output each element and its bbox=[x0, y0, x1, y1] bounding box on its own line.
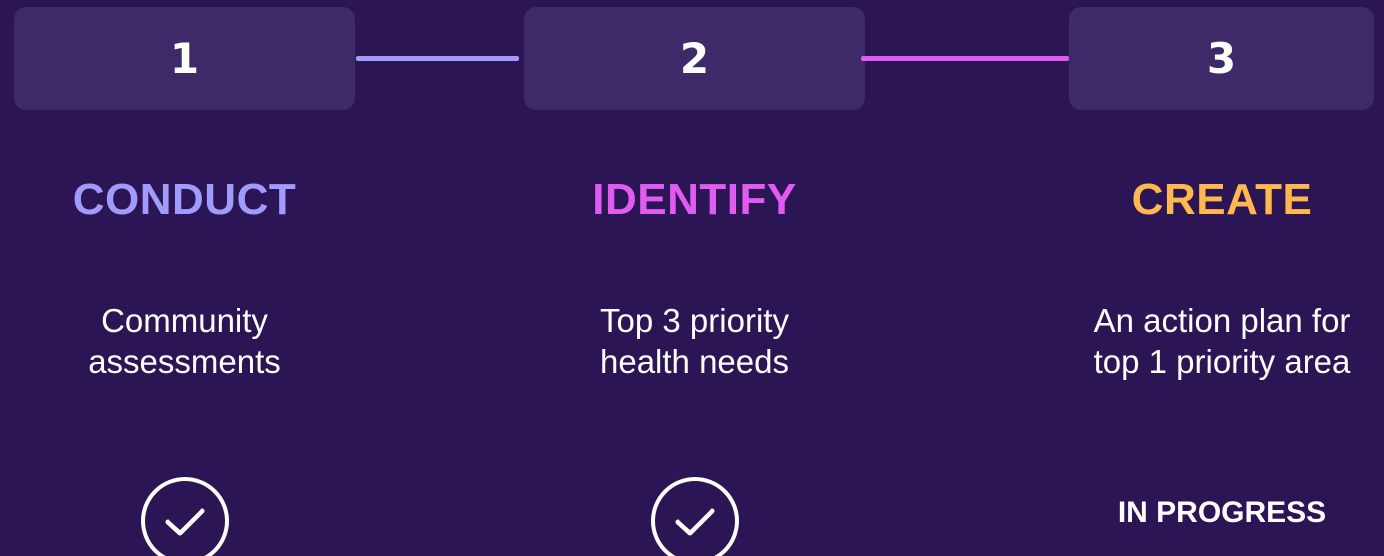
step-1-heading: CONDUCT bbox=[72, 175, 297, 224]
step-3-number: 3 bbox=[1206, 34, 1237, 83]
process-diagram: 1 2 3 CONDUCT Community assessments IDEN… bbox=[0, 0, 1384, 556]
step-3-description: An action plan for top 1 priority area bbox=[1093, 302, 1351, 380]
step-2-number-box: 2 bbox=[524, 7, 865, 110]
connector-2-3 bbox=[861, 56, 1069, 61]
step-1-description: Community assessments bbox=[88, 302, 281, 380]
step-3-status: IN PROGRESS bbox=[1117, 496, 1327, 529]
step-2-description: Top 3 priority health needs bbox=[600, 302, 789, 380]
step-2-number: 2 bbox=[679, 34, 710, 83]
step-3-heading: CREATE bbox=[1131, 175, 1313, 224]
connector-1-2 bbox=[356, 56, 519, 61]
step-2-heading: IDENTIFY bbox=[592, 175, 797, 224]
check-circle-icon bbox=[140, 477, 229, 556]
step-1-number-box: 1 bbox=[14, 7, 355, 110]
step-1-number: 1 bbox=[169, 34, 200, 83]
check-circle-icon bbox=[650, 477, 739, 556]
step-3-number-box: 3 bbox=[1069, 7, 1374, 110]
